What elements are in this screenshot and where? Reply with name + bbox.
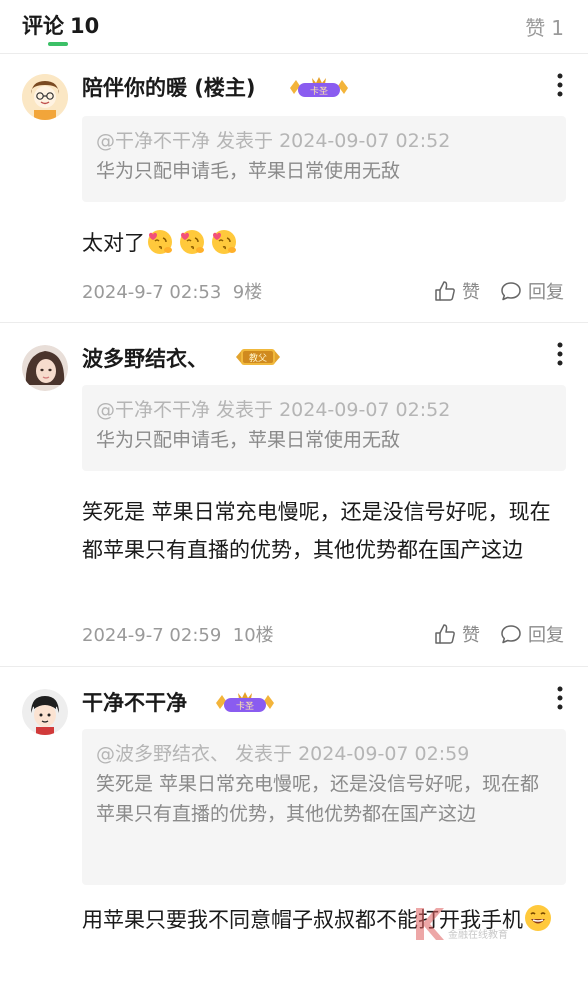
kiss-heart-emoji	[148, 230, 172, 254]
comment-footer: 2024-9-7 02:53 9楼 赞 回复	[82, 276, 568, 306]
quoted-comment[interactable]: @干净不干净 发表于 2024-09-07 02:52 华为只配申请毛，苹果日常…	[82, 385, 566, 471]
more-options-icon[interactable]	[552, 72, 568, 98]
watermark: 金融在线教育	[408, 904, 528, 944]
comment-text-block: 太对了	[82, 224, 568, 262]
reply-bubble-icon	[501, 282, 521, 301]
quote-meta: @干净不干净 发表于 2024-09-07 02:52	[96, 399, 451, 421]
floor-number: 10楼	[232, 625, 274, 646]
tab-comments-label: 评论	[22, 14, 64, 38]
quote-text: 笑死是 苹果日常充电慢呢，还是没信号好呢，现在都苹果只有直播的优势，其他优势都在…	[96, 773, 540, 825]
quoted-comment[interactable]: @波多野结衣、 发表于 2024-09-07 02:59 笑死是 苹果日常充电慢…	[82, 729, 566, 885]
reply-bubble-icon	[501, 625, 521, 644]
thumbs-up-icon	[435, 624, 455, 644]
more-options-icon[interactable]	[552, 341, 568, 367]
tab-likes[interactable]: 赞1	[525, 12, 564, 41]
tab-likes-count: 1	[551, 16, 564, 40]
more-options-icon[interactable]	[552, 685, 568, 711]
comment-date: 2024-9-7 02:53	[82, 282, 222, 303]
quote-text: 华为只配申请毛，苹果日常使用无敌	[96, 429, 401, 451]
avatar[interactable]	[22, 689, 68, 735]
reply-label: 回复	[528, 282, 564, 303]
comment-footer: 2024-9-7 02:59 10楼 赞 回复	[82, 619, 568, 649]
username[interactable]: 干净不干净	[82, 687, 187, 717]
quote-meta: @干净不干净 发表于 2024-09-07 02:52	[96, 130, 451, 152]
comment-date: 2024-9-7 02:59	[82, 625, 222, 646]
badge-label: 卡圣	[310, 85, 328, 97]
like-button[interactable]: 赞	[434, 276, 480, 306]
floor-number: 9楼	[232, 282, 263, 303]
quote-text: 华为只配申请毛，苹果日常使用无敌	[96, 160, 401, 182]
reply-label: 回复	[528, 625, 564, 646]
like-label: 赞	[462, 282, 480, 303]
tab-likes-label: 赞	[525, 16, 546, 40]
comment-meta: 2024-9-7 02:53 9楼	[82, 278, 262, 304]
tab-comments-count: 10	[70, 14, 100, 38]
comment-text: 笑死是 苹果日常充电慢呢，还是没信号好呢，现在都苹果只有直播的优势，其他优势都在…	[82, 500, 551, 562]
badge-label: 教父	[249, 352, 267, 364]
crown-badge: 卡圣	[212, 689, 278, 715]
active-tab-indicator	[48, 42, 68, 46]
username[interactable]: 陪伴你的暖 (楼主)	[82, 72, 256, 102]
quoted-comment[interactable]: @干净不干净 发表于 2024-09-07 02:52 华为只配申请毛，苹果日常…	[82, 116, 566, 202]
kiss-heart-emoji	[212, 230, 236, 254]
avatar[interactable]	[22, 345, 68, 391]
kiss-heart-emoji	[180, 230, 204, 254]
reply-button[interactable]: 回复	[500, 619, 564, 649]
badge-label: 卡圣	[236, 700, 254, 712]
tab-comments[interactable]: 评论 10	[22, 10, 99, 40]
avatar[interactable]	[22, 74, 68, 120]
reply-button[interactable]: 回复	[500, 276, 564, 306]
like-button[interactable]: 赞	[434, 619, 480, 649]
thumbs-up-icon	[435, 281, 455, 301]
watermark-logo-icon	[416, 908, 444, 940]
comment-text: 太对了	[82, 231, 145, 255]
comment-item: 波多野结衣、 教父 @干净不干净 发表于 2024-09-07 02:52 华为…	[0, 323, 588, 667]
title-badge: 教父	[234, 345, 282, 369]
like-label: 赞	[462, 625, 480, 646]
comment-meta: 2024-9-7 02:59 10楼	[82, 621, 274, 647]
username[interactable]: 波多野结衣、	[82, 343, 208, 373]
comment-item: 陪伴你的暖 (楼主) 卡圣 @干净不干净 发表于 2024-09-07 02:5…	[0, 54, 588, 322]
watermark-text: 金融在线教育	[448, 930, 508, 941]
comment-tab-bar: 评论 10 赞1	[0, 0, 588, 54]
quote-meta: @波多野结衣、 发表于 2024-09-07 02:59	[96, 743, 470, 765]
crown-badge: 卡圣	[286, 74, 352, 100]
